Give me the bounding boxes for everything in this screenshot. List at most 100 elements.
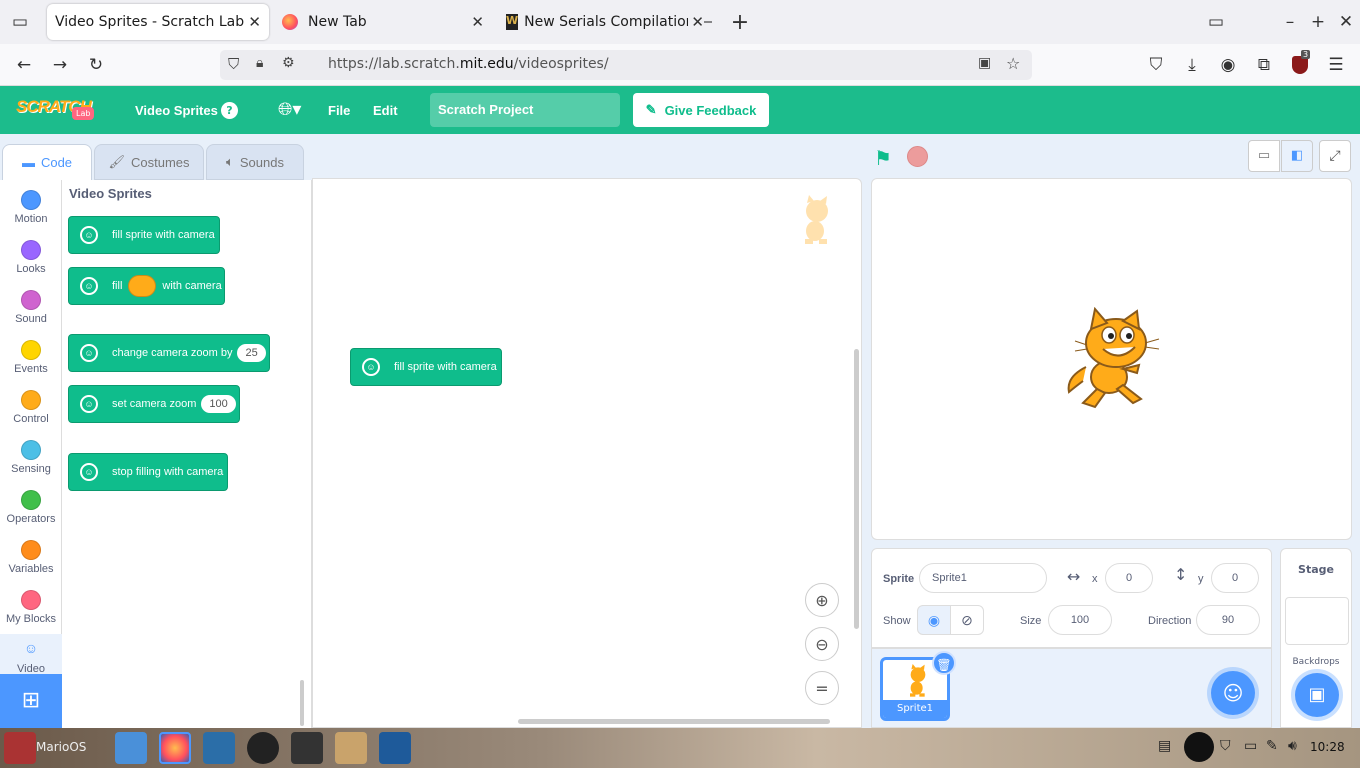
- stage-canvas[interactable]: [871, 178, 1352, 540]
- color-picker-input[interactable]: [128, 275, 157, 297]
- green-flag-icon[interactable]: ⚑: [874, 146, 892, 170]
- category-sound[interactable]: Sound: [0, 284, 62, 334]
- category-looks[interactable]: Looks: [0, 234, 62, 284]
- small-stage-button[interactable]: ▭: [1248, 140, 1280, 172]
- close-tab-icon[interactable]: ✕: [471, 13, 484, 31]
- show-hidden-button[interactable]: ⊘: [950, 605, 984, 635]
- shield-tray-icon[interactable]: ⛉: [1220, 738, 1231, 754]
- close-tab-icon[interactable]: ✕: [248, 13, 261, 31]
- firefox-taskbar-icon[interactable]: [159, 732, 191, 764]
- category-operators[interactable]: Operators: [0, 484, 62, 534]
- add-extension-button[interactable]: ⊞: [0, 674, 62, 728]
- category-control[interactable]: Control: [0, 384, 62, 434]
- large-stage-button[interactable]: ◧: [1281, 140, 1313, 172]
- back-icon[interactable]: ←: [12, 53, 36, 77]
- shield-icon[interactable]: ⛉: [228, 55, 239, 73]
- category-motion[interactable]: Motion: [0, 184, 62, 234]
- direction-input[interactable]: 90: [1196, 605, 1260, 635]
- category-events[interactable]: Events: [0, 334, 62, 384]
- minimize-icon[interactable]: –: [1278, 10, 1302, 34]
- category-my-blocks[interactable]: My Blocks: [0, 584, 62, 634]
- zoom-in-button[interactable]: ⊕: [805, 583, 839, 617]
- tab-new-tab[interactable]: New Tab ✕: [274, 4, 492, 40]
- extensions-icon[interactable]: ⧉: [1252, 53, 1276, 77]
- new-tab-button[interactable]: +: [728, 10, 752, 35]
- display-tray-icon[interactable]: ▭: [1244, 738, 1257, 754]
- app-icon[interactable]: [379, 732, 411, 764]
- close-window-icon[interactable]: ✕: [1334, 10, 1358, 34]
- permissions-icon[interactable]: ⚙: [282, 55, 295, 71]
- os-start-label[interactable]: MarioOS: [36, 740, 86, 754]
- show-visible-button[interactable]: ◉: [917, 605, 951, 635]
- block-set-camera-zoom[interactable]: ☺ set camera zoom 100: [68, 385, 240, 423]
- language-globe-icon[interactable]: 🌐︎▾: [278, 99, 301, 120]
- edit-menu[interactable]: Edit: [373, 103, 398, 118]
- pen-tray-icon[interactable]: ✎: [1266, 738, 1278, 754]
- zoom-out-button[interactable]: ⊖: [805, 627, 839, 661]
- scratch-lab-logo[interactable]: SCRATCH Lab: [16, 97, 95, 125]
- download-icon[interactable]: ⤓: [1180, 53, 1204, 77]
- block-stop-filling-with-camera[interactable]: ☺ stop filling with camera: [68, 453, 228, 491]
- maximize-icon[interactable]: +: [1306, 10, 1330, 34]
- zoom-set-input[interactable]: 100: [201, 395, 236, 413]
- stop-icon[interactable]: [907, 146, 928, 167]
- delete-sprite-icon[interactable]: 🗑︎: [932, 651, 956, 675]
- scratch-cat-sprite[interactable]: [1061, 306, 1161, 411]
- tab-costumes[interactable]: 🖌︎ Costumes: [94, 144, 204, 180]
- terminal-icon[interactable]: [291, 732, 323, 764]
- backdrop-thumbnail[interactable]: [1285, 597, 1349, 645]
- obs-icon[interactable]: [247, 732, 279, 764]
- window-list-icon[interactable]: ▭: [1204, 10, 1228, 34]
- notes-tray-icon[interactable]: ▤: [1158, 738, 1171, 754]
- y-input[interactable]: 0: [1211, 563, 1259, 593]
- choose-backdrop-button[interactable]: ▣: [1295, 673, 1339, 717]
- volume-tray-icon[interactable]: 🔊︎: [1288, 738, 1297, 754]
- vertical-scrollbar[interactable]: [854, 349, 859, 629]
- fullscreen-button[interactable]: ⤢: [1319, 140, 1351, 172]
- zoom-change-input[interactable]: 25: [237, 344, 266, 362]
- choose-sprite-button[interactable]: ☺: [1211, 671, 1255, 715]
- give-feedback-button[interactable]: ✎ Give Feedback: [633, 93, 769, 127]
- url-text[interactable]: https://lab.scratch.mit.edu/videosprites…: [328, 56, 609, 72]
- horizontal-scrollbar[interactable]: [518, 719, 830, 724]
- looks-dot-icon: [21, 240, 41, 260]
- palette-scrollbar[interactable]: [300, 680, 304, 726]
- tab-code[interactable]: ▬ Code: [2, 144, 92, 180]
- ublock-icon[interactable]: 3: [1288, 50, 1312, 77]
- stage-selector[interactable]: Stage Backdrops ▣: [1280, 548, 1352, 728]
- category-sensing[interactable]: Sensing: [0, 434, 62, 484]
- block-fill-color-with-camera[interactable]: ☺ fill with camera: [68, 267, 225, 305]
- size-input[interactable]: 100: [1048, 605, 1112, 635]
- picture-icon[interactable]: ▣: [978, 55, 991, 71]
- tab-serials[interactable]: W New Serials Compilation — ✕: [498, 4, 712, 40]
- file-menu[interactable]: File: [328, 103, 350, 118]
- account-icon[interactable]: ◉: [1216, 53, 1240, 77]
- sprite-name-input[interactable]: Sprite1: [919, 563, 1047, 593]
- file-manager-icon[interactable]: [115, 732, 147, 764]
- block-change-camera-zoom[interactable]: ☺ change camera zoom by 25: [68, 334, 270, 372]
- pocket-icon[interactable]: ⛉: [1144, 53, 1168, 77]
- category-variables[interactable]: Variables: [0, 534, 62, 584]
- x-input[interactable]: 0: [1105, 563, 1153, 593]
- tab-list-icon[interactable]: ▭: [8, 10, 32, 34]
- forward-icon[interactable]: →: [48, 53, 72, 77]
- zoom-reset-button[interactable]: =: [805, 671, 839, 705]
- tab-video-sprites[interactable]: Video Sprites - Scratch Lab ✕: [47, 4, 269, 40]
- menu-icon[interactable]: ☰: [1324, 53, 1348, 77]
- os-start-icon[interactable]: [4, 732, 36, 764]
- bookmark-star-icon[interactable]: ☆: [1006, 54, 1020, 73]
- lock-icon[interactable]: 🔒︎: [256, 55, 263, 71]
- script-block-fill-sprite-with-camera[interactable]: ☺ fill sprite with camera: [350, 348, 502, 386]
- archive-icon[interactable]: [335, 732, 367, 764]
- reload-icon[interactable]: ↻: [84, 53, 108, 77]
- url-bar[interactable]: ⛉ 🔒︎ ⚙ https://lab.scratch.mit.edu/video…: [220, 50, 1032, 80]
- system-monitor-icon[interactable]: [203, 732, 235, 764]
- block-fill-sprite-with-camera[interactable]: ☺ fill sprite with camera: [68, 216, 220, 254]
- project-title-input[interactable]: Scratch Project: [430, 93, 620, 127]
- help-icon[interactable]: ?: [221, 102, 238, 119]
- scripts-workspace[interactable]: ☺ fill sprite with camera ⊕ ⊖ =: [312, 178, 862, 728]
- tab-sounds[interactable]: 🔈︎ Sounds: [206, 144, 304, 180]
- close-tab-icon[interactable]: ✕: [688, 13, 704, 31]
- clock[interactable]: 10:28: [1310, 740, 1345, 754]
- obs-tray-icon[interactable]: [1184, 732, 1214, 762]
